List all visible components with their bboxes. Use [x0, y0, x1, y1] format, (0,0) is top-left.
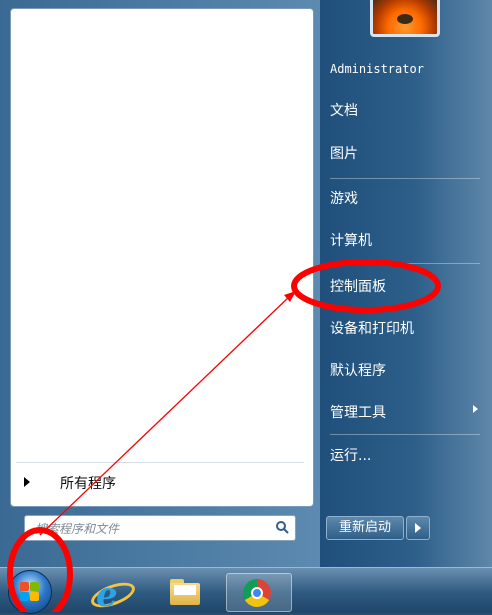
search-input[interactable]: 搜索程序和文件	[24, 515, 296, 541]
restart-button[interactable]: 重新启动	[326, 516, 404, 540]
menu-item-computer[interactable]: 计算机	[330, 230, 372, 250]
windows-logo-yellow	[30, 592, 39, 601]
start-orb-button[interactable]	[8, 570, 52, 614]
windows-logo-red	[20, 582, 29, 591]
menu-item-default-programs[interactable]: 默认程序	[330, 360, 386, 380]
places-separator	[330, 263, 480, 264]
places-separator	[330, 178, 480, 179]
windows-logo-green	[30, 582, 39, 591]
menu-item-devices-printers[interactable]: 设备和打印机	[330, 318, 414, 338]
windows-logo-blue	[20, 592, 29, 601]
search-icon[interactable]	[275, 520, 289, 534]
menu-item-run[interactable]: 运行...	[330, 445, 371, 465]
programs-separator	[16, 462, 304, 463]
user-name[interactable]: Administrator	[330, 62, 424, 76]
search-placeholder: 搜索程序和文件	[35, 522, 120, 536]
expand-arrow-icon	[24, 477, 30, 487]
power-options-arrow[interactable]	[406, 516, 430, 540]
user-avatar[interactable]	[370, 0, 440, 37]
places-pane: Administrator 文档 图片 游戏 计算机 控制面板 设备和打印机 默…	[320, 0, 492, 567]
file-explorer-icon[interactable]	[158, 573, 210, 612]
all-programs-label: 所有程序	[60, 476, 116, 492]
menu-item-games[interactable]: 游戏	[330, 188, 358, 208]
chrome-icon[interactable]	[226, 573, 292, 612]
menu-item-pictures[interactable]: 图片	[330, 143, 358, 163]
places-separator	[330, 434, 480, 435]
submenu-arrow-icon	[473, 405, 478, 413]
power-controls: 重新启动	[326, 516, 430, 540]
menu-item-control-panel[interactable]: 控制面板	[330, 276, 386, 296]
menu-item-admin-tools[interactable]: 管理工具	[330, 402, 386, 422]
all-programs-item[interactable]: 所有程序	[10, 470, 310, 496]
programs-pane	[10, 8, 314, 507]
internet-explorer-icon[interactable]: e	[84, 573, 139, 615]
menu-item-documents[interactable]: 文档	[330, 100, 358, 120]
